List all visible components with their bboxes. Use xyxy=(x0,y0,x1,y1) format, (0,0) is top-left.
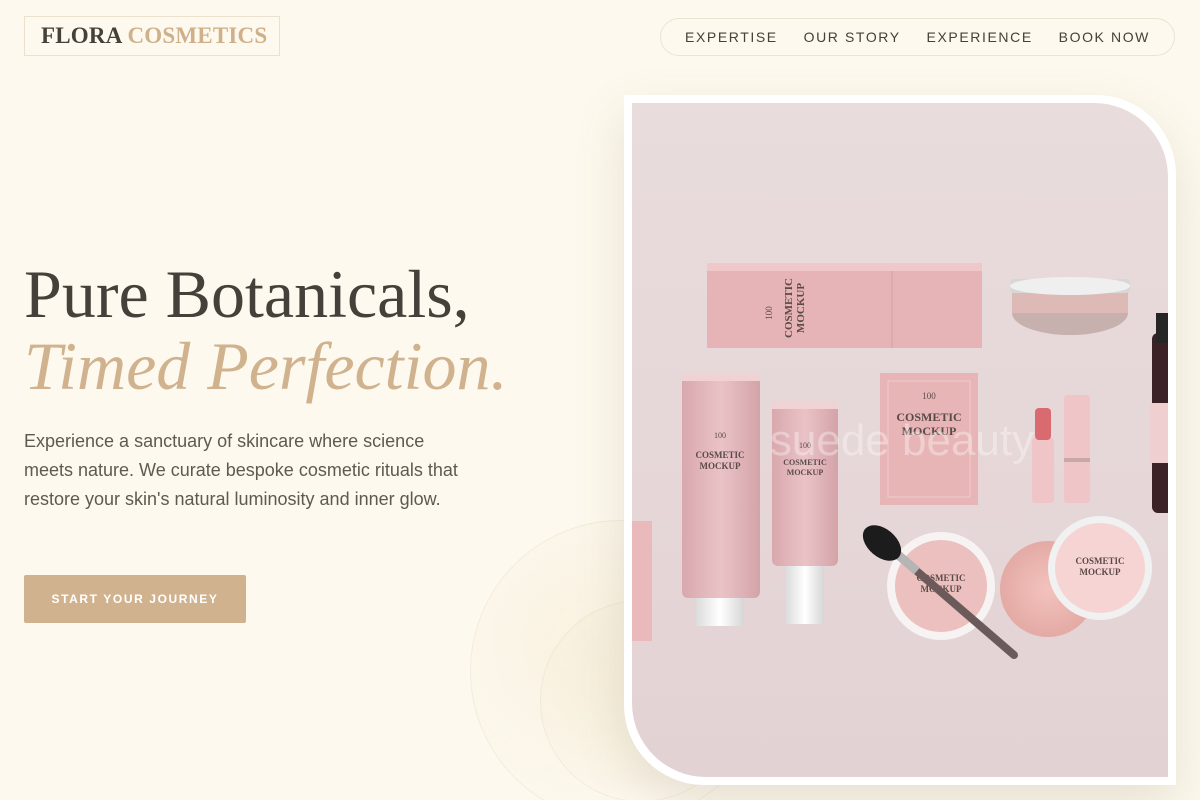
tube-large: 100 COSMETIC MOCKUP xyxy=(682,373,760,626)
image-watermark: suede beauty xyxy=(770,416,1034,465)
main-nav: EXPERTISE OUR STORY EXPERIENCE BOOK NOW xyxy=(660,18,1175,56)
svg-text:100: 100 xyxy=(922,391,936,401)
svg-text:COSMETIC: COSMETIC xyxy=(695,450,744,460)
brand-logo[interactable]: FLORA COSMETICS xyxy=(24,16,280,56)
nav-link-experience[interactable]: EXPERIENCE xyxy=(927,29,1033,45)
partial-box xyxy=(632,521,652,641)
product-photo: 100 COSMETIC MOCKUP 100 COSMETIC MOCKUP … xyxy=(632,103,1168,777)
nav-link-book-now[interactable]: BOOK NOW xyxy=(1059,29,1150,45)
svg-text:MOCKUP: MOCKUP xyxy=(1080,567,1121,577)
svg-text:MOCKUP: MOCKUP xyxy=(787,468,824,477)
svg-text:MOCKUP: MOCKUP xyxy=(700,461,741,471)
hero-image-frame: 100 COSMETIC MOCKUP 100 COSMETIC MOCKUP … xyxy=(624,95,1176,785)
brand-name-primary: FLORA xyxy=(41,23,123,48)
product-box: 100 COSMETIC MOCKUP xyxy=(707,263,982,348)
box-label-mockup: MOCKUP xyxy=(795,283,807,333)
brand-name-secondary: COSMETICS xyxy=(127,23,268,48)
page: FLORA COSMETICS EXPERTISE OUR STORY EXPE… xyxy=(0,0,1200,800)
box-label-cosmetic: COSMETIC xyxy=(783,278,795,338)
powder-jar xyxy=(1010,277,1130,335)
hero-title-accent: Timed Perfection. xyxy=(24,328,508,404)
box-label-100: 100 xyxy=(764,306,774,320)
hero-title: Pure Botanicals, xyxy=(24,256,470,332)
nav-link-our-story[interactable]: OUR STORY xyxy=(804,29,901,45)
serum-bottle xyxy=(1150,313,1168,513)
nav-link-expertise[interactable]: EXPERTISE xyxy=(685,29,778,45)
hero-description: Experience a sanctuary of skincare where… xyxy=(24,431,458,509)
start-journey-button[interactable]: START YOUR JOURNEY xyxy=(24,575,246,623)
svg-text:COSMETIC: COSMETIC xyxy=(1075,556,1124,566)
svg-text:100: 100 xyxy=(714,431,726,440)
